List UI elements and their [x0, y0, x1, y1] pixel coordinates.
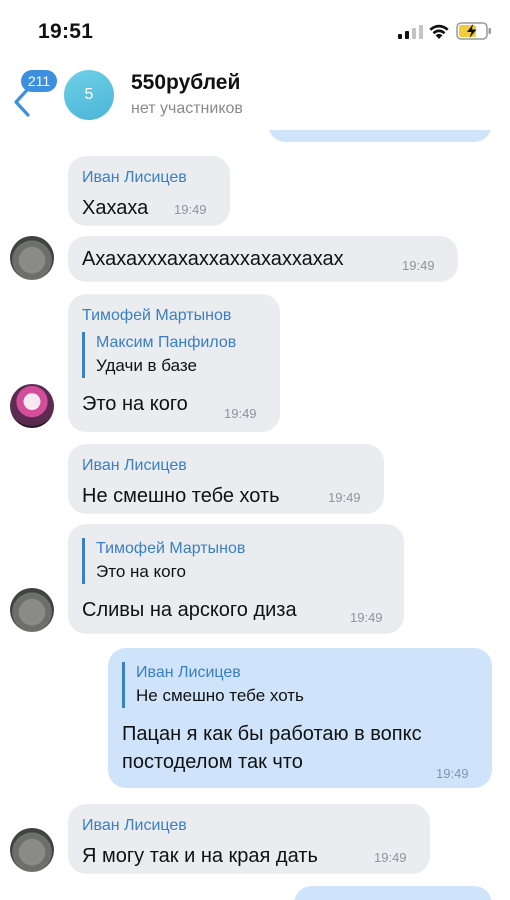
status-time: 19:51 — [38, 20, 94, 43]
status-bar: 19:51 — [0, 0, 510, 58]
message-bubble-partial[interactable] — [294, 886, 492, 900]
message-time: 19:49 — [374, 850, 407, 865]
message-text: Хахаха — [82, 197, 149, 219]
avatar[interactable] — [10, 384, 54, 428]
message-sender[interactable]: Иван Лисицев — [82, 456, 370, 476]
chat-subtitle: нет участников — [131, 100, 243, 117]
message-bubble[interactable]: Иван Лисицев Хахаха 19:49 — [68, 156, 230, 226]
message-time: 19:49 — [436, 766, 469, 781]
reply-sender: Иван Лисицев — [136, 664, 241, 681]
chat-screen: 19:51 211 5 550рублей нет участников Ива… — [0, 0, 510, 900]
unread-count-badge: 211 — [21, 70, 57, 92]
message-bubble[interactable]: Ахахаxxхахаxхахxахаxхахах 19:49 — [68, 236, 458, 282]
avatar[interactable] — [10, 236, 54, 280]
cellular-signal-icon — [398, 25, 423, 39]
reply-text: Это на кого — [96, 562, 186, 581]
wifi-icon — [429, 24, 449, 39]
message-bubble[interactable]: Тимофей Мартынов Максим Панфилов Удачи в… — [68, 294, 280, 432]
reply-text: Не смешно тебе хоть — [136, 686, 304, 705]
avatar[interactable] — [10, 828, 54, 872]
message-time: 19:49 — [402, 258, 435, 273]
chat-header: 211 5 550рублей нет участников — [0, 58, 510, 130]
reply-preview[interactable]: Максим Панфилов Удачи в базе — [82, 332, 266, 378]
reply-sender: Тимофей Мартынов — [96, 540, 246, 557]
chat-title[interactable]: 550рублей — [131, 71, 240, 95]
message-sender[interactable]: Иван Лисицев — [82, 168, 216, 188]
message-text-line-1: Пацан я как бы работаю в вопкс — [122, 723, 422, 745]
message-text: Это на кого — [82, 393, 188, 415]
message-sender[interactable]: Иван Лисицев — [82, 816, 416, 836]
message-text: Ахахаxxхахаxхахxахаxхахах — [82, 248, 344, 270]
avatar[interactable] — [10, 588, 54, 632]
message-text: Я могу так и на края дать — [82, 845, 318, 867]
message-bubble-outgoing[interactable]: Иван Лисицев Не смешно тебе хоть Пацан я… — [108, 648, 492, 788]
message-text: Сливы на арского диза — [82, 599, 297, 621]
message-time: 19:49 — [328, 490, 361, 505]
message-time: 19:49 — [350, 610, 383, 625]
message-time: 19:49 — [224, 406, 257, 421]
back-button[interactable]: 211 — [12, 70, 62, 120]
reply-preview[interactable]: Иван Лисицев Не смешно тебе хоть — [122, 662, 478, 708]
message-bubble[interactable]: Иван Лисицев Я могу так и на края дать 1… — [68, 804, 430, 874]
battery-charging-icon — [456, 22, 491, 40]
group-avatar[interactable]: 5 — [64, 70, 114, 120]
message-text-line-2: постоделом так что — [122, 751, 303, 773]
reply-text: Удачи в базе — [96, 356, 197, 375]
reply-preview[interactable]: Тимофей Мартынов Это на кого — [82, 538, 390, 584]
message-time: 19:49 — [174, 202, 207, 217]
message-bubble[interactable]: Тимофей Мартынов Это на кого Сливы на ар… — [68, 524, 404, 634]
message-text: Не смешно тебе хоть — [82, 485, 280, 507]
reply-sender: Максим Панфилов — [96, 334, 237, 351]
message-sender[interactable]: Тимофей Мартынов — [82, 306, 266, 326]
message-bubble[interactable]: Иван Лисицев Не смешно тебе хоть 19:49 — [68, 444, 384, 514]
